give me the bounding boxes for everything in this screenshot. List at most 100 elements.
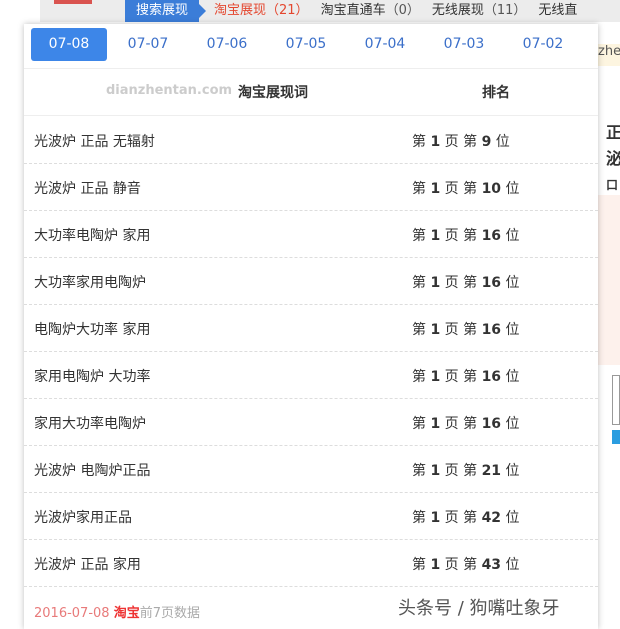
position: 16	[481, 275, 502, 291]
table-row: 电陶炉大功率 家用 第 1 页 第 16 位	[24, 305, 598, 352]
breadcrumb-taobao-display[interactable]: 淘宝展现（21）	[214, 0, 309, 22]
date-tab[interactable]: 07-08	[31, 28, 107, 61]
background-box	[598, 195, 620, 365]
count: （21）	[266, 3, 309, 18]
page: 1	[430, 557, 441, 573]
table-row: 光波炉 正品 静音 第 1 页 第 10 位	[24, 164, 598, 211]
table-row: 家用大功率电陶炉 第 1 页 第 16 位	[24, 399, 598, 446]
count: （0）	[385, 3, 420, 18]
date-tab[interactable]: 07-02	[505, 28, 581, 61]
t: 第	[412, 510, 426, 526]
rank: 第 1 页 第 10 位	[412, 178, 520, 198]
position: 16	[481, 322, 502, 338]
header-rank: 排名	[482, 85, 510, 101]
logo-fragment	[54, 0, 92, 4]
t: 第	[412, 228, 426, 244]
t: 第	[412, 557, 426, 573]
t: 第	[412, 416, 426, 432]
position: 16	[481, 228, 502, 244]
t: 第	[463, 557, 478, 573]
label: 无线展现	[431, 3, 484, 18]
char: 正	[606, 123, 620, 142]
background-input	[612, 375, 620, 425]
t: 位	[495, 134, 510, 150]
t: 第	[463, 416, 478, 432]
t: 页	[444, 369, 459, 385]
rank: 第 1 页 第 21 位	[412, 460, 520, 480]
table-row: 大功率家用电陶炉 第 1 页 第 16 位	[24, 258, 598, 305]
rank: 第 1 页 第 16 位	[412, 225, 520, 245]
t: 页	[444, 322, 459, 338]
date-tab[interactable]: 07-06	[189, 28, 265, 61]
t: 位	[505, 181, 520, 197]
keyword: 光波炉 正品 家用	[34, 557, 141, 573]
page: 1	[430, 322, 441, 338]
date-tab[interactable]: 07-03	[426, 28, 502, 61]
t: 第	[412, 275, 426, 291]
t: 第	[463, 228, 478, 244]
rank: 第 1 页 第 16 位	[412, 366, 520, 386]
t: 第	[463, 134, 478, 150]
position: 16	[481, 369, 502, 385]
breadcrumb-wireless[interactable]: 无线展现（11）	[432, 0, 527, 22]
background-button	[612, 430, 620, 444]
date-tab[interactable]: 07-07	[110, 28, 186, 61]
t: 位	[505, 369, 520, 385]
footer-note: 2016-07-08 淘宝前7页数据	[34, 602, 200, 621]
rank: 第 1 页 第 16 位	[412, 272, 520, 292]
header-keyword: 淘宝展现词	[238, 85, 308, 101]
table-row: 家用电陶炉 大功率 第 1 页 第 16 位	[24, 352, 598, 399]
rank: 第 1 页 第 43 位	[412, 554, 520, 574]
position: 10	[481, 181, 502, 197]
t: 第	[463, 369, 478, 385]
t: 第	[412, 369, 426, 385]
position: 43	[481, 557, 502, 573]
t: 位	[505, 463, 520, 479]
page: 1	[430, 134, 441, 150]
breadcrumb-ztc[interactable]: 淘宝直通车（0）	[321, 0, 420, 22]
t: 位	[505, 322, 520, 338]
date-tab[interactable]: 07-05	[268, 28, 344, 61]
t: 第	[412, 181, 426, 197]
position: 21	[481, 463, 502, 479]
count: （11）	[483, 3, 527, 18]
t: 位	[505, 275, 520, 291]
t: 页	[444, 181, 459, 197]
table-row: 大功率电陶炉 家用 第 1 页 第 16 位	[24, 211, 598, 258]
t: 第	[463, 181, 478, 197]
watermark: dianzhentan.com	[106, 83, 233, 98]
rank: 第 1 页 第 9 位	[412, 131, 510, 151]
t: 第	[463, 322, 478, 338]
t: 页	[444, 228, 459, 244]
footer-date: 2016-07-08	[34, 606, 110, 621]
rank: 第 1 页 第 16 位	[412, 413, 520, 433]
date-tab[interactable]: 07-04	[347, 28, 423, 61]
table-row: 光波炉 正品 无辐射 第 1 页 第 9 位	[24, 117, 598, 164]
keyword: 光波炉 正品 无辐射	[34, 134, 155, 150]
keyword: 光波炉家用正品	[34, 510, 132, 526]
position: 42	[481, 510, 502, 526]
keyword: 家用电陶炉 大功率	[34, 369, 151, 385]
keyword: 家用大功率电陶炉	[34, 416, 146, 432]
keyword: 光波炉 正品 静音	[34, 181, 141, 197]
keyword: 电陶炉大功率 家用	[34, 322, 151, 338]
label: 淘宝直通车	[320, 3, 386, 18]
table-row: 光波炉 正品 家用 第 1 页 第 43 位	[24, 540, 598, 587]
ranking-popup: 07-08 07-07 07-06 07-05 07-04 07-03 07-02 dian…	[24, 24, 598, 629]
background-text: zhe	[598, 44, 620, 66]
t: 页	[444, 275, 459, 291]
t: 第	[463, 463, 478, 479]
breadcrumb-arrow-icon	[199, 4, 206, 18]
background-heading: 正泌口	[606, 120, 620, 198]
page: 1	[430, 275, 441, 291]
breadcrumb-wireless-2[interactable]: 无线直	[538, 0, 577, 22]
t: 第	[463, 510, 478, 526]
t: 第	[463, 275, 478, 291]
keyword: 光波炉 电陶炉正品	[34, 463, 151, 479]
position: 9	[481, 134, 492, 150]
t: 第	[412, 134, 426, 150]
t: 位	[505, 228, 520, 244]
footer-desc: 前7页数据	[139, 606, 200, 621]
breadcrumb-search-display[interactable]: 搜索展现	[125, 0, 199, 22]
t: 位	[505, 510, 520, 526]
